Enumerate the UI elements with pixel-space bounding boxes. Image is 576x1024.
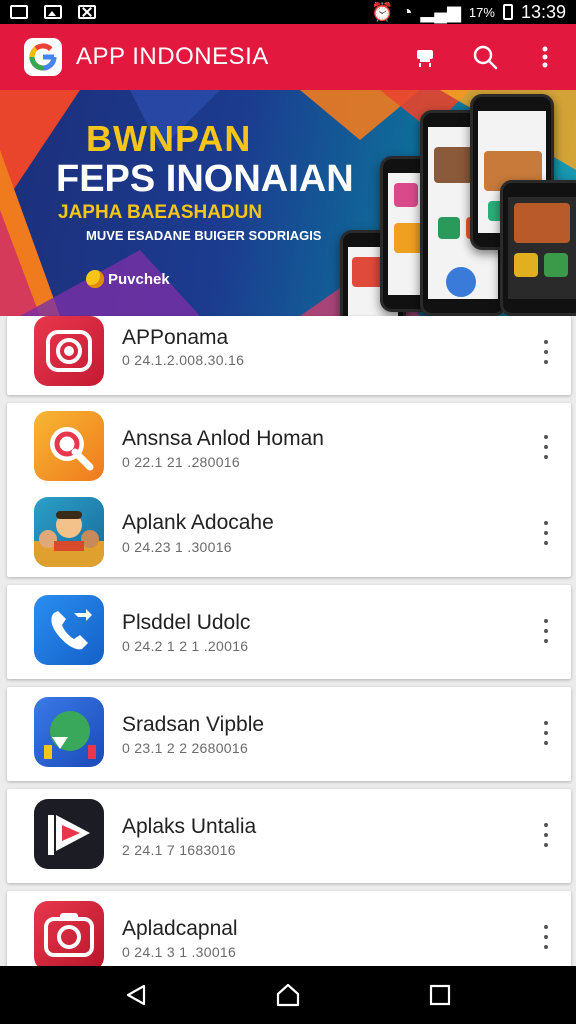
app-meta: 0 22.1 21 .280016 <box>122 454 240 470</box>
overflow-menu-button[interactable] <box>532 44 558 70</box>
alarm-icon: ⏰ <box>371 1 394 22</box>
app-card[interactable]: Ansnsa Anlod Homan 0 22.1 21 .280016 Apl… <box>7 403 571 577</box>
chat-app-icon <box>34 697 104 767</box>
recents-square-icon <box>429 984 451 1006</box>
app-name: Aplaks Untalia <box>122 815 257 838</box>
signal-text: 17% <box>468 4 495 20</box>
app-name: Sradsan Vipble <box>122 713 265 736</box>
phone-app-icon <box>34 595 104 665</box>
recents-button[interactable] <box>420 975 460 1015</box>
more-vert-icon[interactable] <box>541 925 551 949</box>
camera-app-icon <box>34 316 104 386</box>
home-button[interactable] <box>268 975 308 1015</box>
back-button[interactable] <box>116 975 156 1015</box>
app-meta: 0 23.1 2 2 2680016 <box>122 740 249 756</box>
wifi-icon: ◔ <box>401 1 413 22</box>
home-icon <box>276 983 300 1007</box>
app-meta: 0 24.1 3 1 .30016 <box>122 944 237 960</box>
store-icon <box>417 50 433 67</box>
store-button[interactable] <box>412 44 438 70</box>
banner-brand-label: Puvchek <box>108 270 170 288</box>
brand-logo-icon <box>86 270 104 288</box>
list-item[interactable]: Aplank Adocahe 0 24.23 1 .30016 <box>7 489 571 573</box>
app-title: APP INDONESIA <box>76 43 269 70</box>
more-vert-icon[interactable] <box>541 435 551 459</box>
app-name: Apladcapnal <box>122 917 238 940</box>
more-vert-icon[interactable] <box>541 340 551 364</box>
app-meta: 0 24.1.2.008.30.16 <box>122 352 245 368</box>
list-item[interactable]: Plsddel Udolc 0 24.2 1 2 1 .20016 <box>7 587 571 671</box>
app-meta: 0 24.2 1 2 1 .20016 <box>122 638 249 654</box>
app-bar: APP INDONESIA <box>0 24 576 90</box>
status-bar: ⏰ ◔ ▂▄▆ 17% 13:39 <box>0 0 576 24</box>
app-card[interactable]: Aplaks Untalia 2 24.1 7 1683016 <box>7 789 571 883</box>
promo-banner[interactable]: BWNPAN FEPS INONAIAN JAPHA BAEASHADUN MU… <box>0 90 576 316</box>
banner-subtitle: JAPHA BAEASHADUN <box>58 202 263 223</box>
search-icon <box>473 45 498 70</box>
app-card[interactable]: Plsddel Udolc 0 24.2 1 2 1 .20016 <box>7 585 571 679</box>
more-vert-icon[interactable] <box>541 721 551 745</box>
banner-title: FEPS INONAIAN <box>56 158 354 200</box>
list-item[interactable]: APPonama 0 24.1.2.008.30.16 <box>7 310 571 394</box>
search-button[interactable] <box>472 44 498 70</box>
app-bar-actions <box>412 44 558 70</box>
list-item[interactable]: Aplaks Untalia 2 24.1 7 1683016 <box>7 791 571 875</box>
app-name: APPonama <box>122 326 229 349</box>
app-name: Plsddel Udolc <box>122 611 251 634</box>
app-card[interactable]: Apladcapnal 0 24.1 3 1 .30016 <box>7 891 571 971</box>
list-item[interactable]: Apladcapnal 0 24.1 3 1 .30016 <box>7 893 571 977</box>
app-card[interactable]: APPonama 0 24.1.2.008.30.16 <box>7 316 571 395</box>
magnifier-app-icon <box>34 411 104 481</box>
banner-brand: Puvchek <box>86 270 170 288</box>
list-item[interactable]: Sradsan Vipble 0 23.1 2 2 2680016 <box>7 689 571 773</box>
more-vert-icon[interactable] <box>541 619 551 643</box>
banner-headline: BWNPAN <box>86 118 252 159</box>
cartoon-app-icon <box>34 497 104 567</box>
photo-app-icon <box>34 901 104 971</box>
clock: 13:39 <box>520 1 566 22</box>
google-g-logo-icon <box>24 38 62 76</box>
list-item[interactable]: Ansnsa Anlod Homan 0 22.1 21 .280016 <box>7 403 571 487</box>
phone-mockup <box>500 180 576 316</box>
app-card[interactable]: Sradsan Vipble 0 23.1 2 2 2680016 <box>7 687 571 781</box>
screenshot-icon <box>10 5 28 19</box>
system-status: ⏰ ◔ ▂▄▆ 17% 13:39 <box>371 2 566 23</box>
video-player-app-icon <box>34 799 104 869</box>
app-meta: 2 24.1 7 1683016 <box>122 842 236 858</box>
close-notification-icon <box>78 5 96 19</box>
signal-icon: ▂▄▆ <box>420 1 461 22</box>
app-meta: 0 24.23 1 .30016 <box>122 539 232 555</box>
back-triangle-icon <box>126 984 146 1006</box>
more-vert-icon[interactable] <box>541 521 551 545</box>
app-name: Aplank Adocahe <box>122 511 274 534</box>
battery-icon <box>502 4 513 20</box>
image-icon <box>44 5 62 19</box>
navigation-bar <box>0 966 576 1024</box>
notification-icons <box>10 5 96 19</box>
more-vert-icon <box>542 46 548 68</box>
app-name: Ansnsa Anlod Homan <box>122 427 324 450</box>
banner-tagline: MUVE ESADANE BUIGER SODRIAGIS <box>86 228 322 243</box>
more-vert-icon[interactable] <box>541 823 551 847</box>
